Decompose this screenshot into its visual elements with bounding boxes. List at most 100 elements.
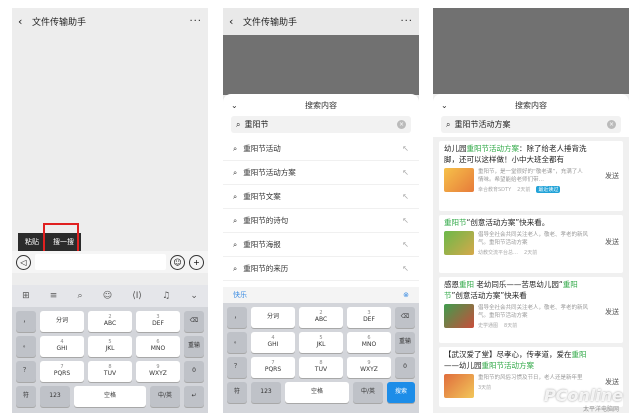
- num-key[interactable]: 123: [40, 386, 70, 407]
- back-icon[interactable]: ‹: [18, 15, 32, 28]
- search-input[interactable]: ⌕ 重阳节活动方案 ×: [441, 116, 621, 133]
- key-mno[interactable]: 6 MNO: [136, 336, 180, 357]
- emoji-icon[interactable]: ☺: [103, 291, 112, 301]
- key-abc[interactable]: 2 ABC: [88, 311, 132, 332]
- suggestion-item[interactable]: ⌕ 重阳节文案 ↖: [223, 185, 419, 209]
- space-key[interactable]: 空格: [74, 386, 146, 407]
- clear-icon[interactable]: ×: [397, 120, 406, 129]
- key-wxyz[interactable]: 9 WXYZ: [136, 361, 180, 382]
- key-left-2[interactable]: 。: [16, 336, 36, 357]
- backspace-key[interactable]: ⌫: [395, 307, 415, 328]
- result-desc: 重阳节，是一堂很好的“敬老课”，充满了人情味。希望能给老师们带…: [478, 168, 583, 183]
- suggestion-item[interactable]: ⌕ 重阳节海报 ↖: [223, 233, 419, 257]
- collapse-icon[interactable]: ⌄: [190, 291, 198, 301]
- close-icon[interactable]: ⊗: [403, 291, 409, 299]
- dim-overlay: [433, 8, 629, 94]
- emoji-icon[interactable]: ☺: [170, 254, 185, 270]
- arrow-icon[interactable]: ↖: [402, 192, 409, 201]
- chat-header: ‹ 文件传输助手 ···: [223, 8, 419, 35]
- suggestion-item[interactable]: ⌕ 重阳节活动方案 ↖: [223, 161, 419, 185]
- space-key[interactable]: 空格: [285, 382, 349, 403]
- search-icon: ⌕: [446, 119, 451, 129]
- menu-icon[interactable]: ≡: [50, 291, 58, 301]
- mic-icon[interactable]: ♫: [162, 291, 170, 301]
- key-tuv[interactable]: 8 TUV: [88, 361, 132, 382]
- suggestion-item[interactable]: ⌕ 重阳节活动 ↖: [223, 137, 419, 161]
- lang-key[interactable]: 中/英: [353, 382, 383, 403]
- key-fenci[interactable]: 分词: [251, 307, 295, 328]
- suggestion-item[interactable]: ⌕ 重阳节的诗句 ↖: [223, 209, 419, 233]
- send-button[interactable]: 发送: [605, 237, 619, 247]
- key-ghi[interactable]: 4 GHI: [251, 332, 295, 353]
- message-input[interactable]: [35, 254, 166, 270]
- symbol-key[interactable]: 符: [16, 386, 36, 407]
- result-title: 【武汉爱了堂】尽孝心，传孝道，爱在重阳——幼儿园重阳节活动方案: [444, 350, 587, 370]
- search-icon[interactable]: ⌕: [77, 291, 82, 301]
- sheet-title: 搜索内容: [305, 100, 337, 110]
- grid-icon[interactable]: ⊞: [22, 291, 30, 301]
- reenter-key[interactable]: 重输: [395, 332, 415, 353]
- key-wxyz[interactable]: 9 WXYZ: [347, 357, 391, 378]
- search-query: 重阳节活动方案: [454, 120, 511, 129]
- arrow-icon[interactable]: ↖: [402, 240, 409, 249]
- arrow-icon[interactable]: ↖: [402, 144, 409, 153]
- arrow-icon[interactable]: ↖: [402, 264, 409, 273]
- candidate-word[interactable]: 快乐: [233, 290, 247, 300]
- result-card[interactable]: 重阳节“创意活动方案”快来看。 倡导全社会共同关注老人，敬老、孝老的新风气。重阳…: [439, 215, 623, 273]
- watermark-logo: PConline: [543, 386, 623, 405]
- key-left-1[interactable]: ，: [16, 311, 36, 332]
- highlight-box: [43, 223, 79, 253]
- keyboard: ， 分词 2 ABC 3 DEF ⌫ 。 4 GHI 5 JKL 6 MNO 重输 ？ 7…: [223, 303, 419, 413]
- arrow-icon[interactable]: ↖: [402, 168, 409, 177]
- lang-key[interactable]: 中/英: [150, 386, 180, 407]
- arrow-icon[interactable]: ↖: [402, 216, 409, 225]
- suggestion-item[interactable]: ⌕ 重阳节的来历 ↖: [223, 257, 419, 281]
- more-icon[interactable]: ···: [189, 16, 202, 27]
- key-pqrs[interactable]: 7 PQRS: [251, 357, 295, 378]
- zero-key[interactable]: 0: [184, 361, 204, 382]
- candidate-bar: 快乐 ⊗: [223, 287, 419, 303]
- key-jkl[interactable]: 5 JKL: [88, 336, 132, 357]
- search-query: 重阳节: [244, 120, 269, 129]
- key-tuv[interactable]: 8 TUV: [299, 357, 343, 378]
- voice-icon[interactable]: ◁: [16, 254, 31, 270]
- key-left-1[interactable]: ，: [227, 307, 247, 328]
- key-jkl[interactable]: 5 JKL: [299, 332, 343, 353]
- back-icon[interactable]: ‹: [229, 15, 243, 28]
- key-ghi[interactable]: 4 GHI: [40, 336, 84, 357]
- key-def[interactable]: 3 DEF: [136, 311, 180, 332]
- search-submit-key[interactable]: 搜索: [387, 382, 415, 403]
- key-pqrs[interactable]: 7 PQRS: [40, 361, 84, 382]
- send-button[interactable]: 发送: [605, 307, 619, 317]
- more-icon[interactable]: ···: [400, 16, 413, 27]
- key-fenci[interactable]: 分词: [40, 311, 84, 332]
- paste-option[interactable]: 粘贴: [18, 233, 46, 251]
- search-input[interactable]: ⌕ 重阳节 ×: [231, 116, 411, 133]
- backspace-key[interactable]: ⌫: [184, 311, 204, 332]
- result-title: 幼儿园重阳节活动方案：除了给老人捶背洗脚，还可以这样做！小中大班全都有: [444, 144, 587, 164]
- search-icon: ⌕: [233, 263, 238, 273]
- result-thumbnail: [444, 230, 474, 255]
- sheet-title: 搜索内容: [515, 100, 547, 110]
- send-button[interactable]: 发送: [605, 171, 619, 181]
- key-left-3[interactable]: ？: [16, 361, 36, 382]
- key-left-3[interactable]: ？: [227, 357, 247, 378]
- key-left-2[interactable]: 。: [227, 332, 247, 353]
- cursor-icon[interactable]: ⟨I⟩: [132, 291, 142, 301]
- input-bar: ◁ ☺ +: [12, 251, 208, 273]
- enter-key[interactable]: ↵: [184, 386, 204, 407]
- result-card[interactable]: 感恩重阳 老幼同乐——苦思幼儿园“重阳节”创意活动方案”快来看 倡导全社会共同关…: [439, 277, 623, 343]
- zero-key[interactable]: 0: [395, 357, 415, 378]
- num-key[interactable]: 123: [251, 382, 281, 403]
- watermark-subtitle: 太平洋电脑网: [582, 406, 619, 413]
- reenter-key[interactable]: 重输: [184, 336, 204, 357]
- chat-header: ‹ 文件传输助手 ···: [12, 8, 208, 35]
- result-card[interactable]: 幼儿园重阳节活动方案：除了给老人捶背洗脚，还可以这样做！小中大班全都有 重阳节，…: [439, 141, 623, 211]
- add-icon[interactable]: +: [189, 254, 204, 270]
- key-mno[interactable]: 6 MNO: [347, 332, 391, 353]
- key-def[interactable]: 3 DEF: [347, 307, 391, 328]
- symbol-key[interactable]: 符: [227, 382, 247, 403]
- key-abc[interactable]: 2 ABC: [299, 307, 343, 328]
- clear-icon[interactable]: ×: [607, 120, 616, 129]
- result-title: 感恩重阳 老幼同乐——苦思幼儿园“重阳节”创意活动方案”快来看: [444, 280, 578, 300]
